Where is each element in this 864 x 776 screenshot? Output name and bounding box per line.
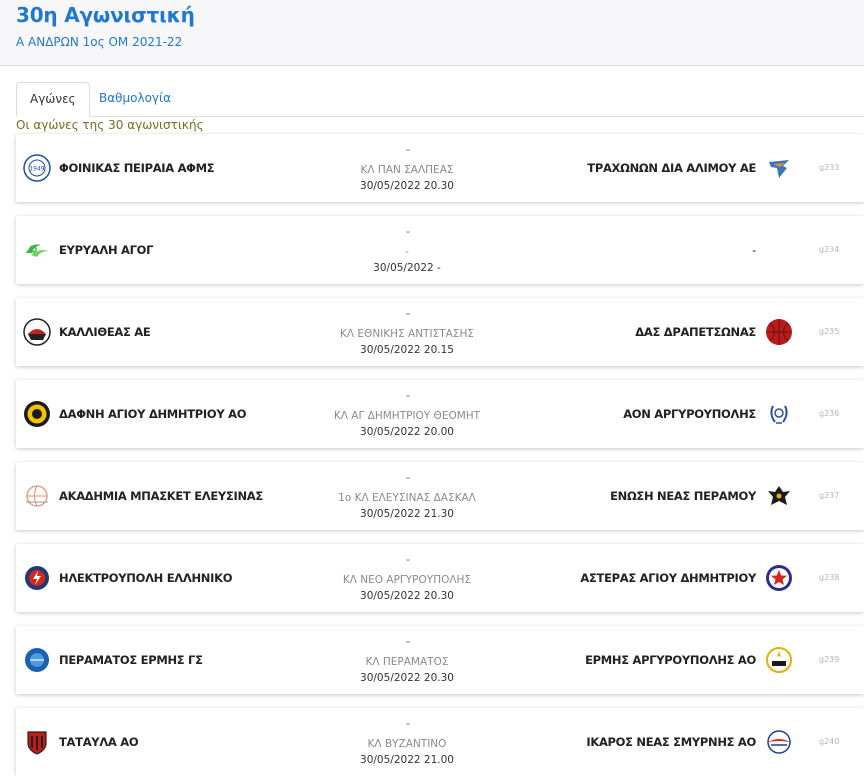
home-team-name[interactable]: ΔΑΦΝΗ ΑΓΙΟΥ ΔΗΜΗΤΡΙΟΥ ΑΟ [59,407,246,421]
hermes-crest-icon [765,646,793,674]
game-venue: 1ο ΚΛ ΕΛΕΥΣΙΝΑΣ ΔΑΣΚΑΛ [338,492,476,504]
away-team-name[interactable]: ΔΑΣ ΔΡΑΠΕΤΣΩΝΑΣ [635,325,756,339]
home-team-name[interactable]: ΑΚΑΔΗΜΙΑ ΜΠΑΣΚΕΤ ΕΛΕΥΣΙΝΑΣ [59,489,263,503]
tab-games[interactable]: Αγώνες [16,82,90,117]
phoenix-crest-icon: 1949 [23,154,51,182]
game-score: - [406,717,410,730]
game-code: g233 [819,163,840,172]
game-card[interactable]: ΤΑΤΑΥΛΑ ΑΟ - ΚΛ ΒΥΖΑΝΤΙΝΟ 30/05/2022 21.… [16,708,864,776]
game-code: g234 [819,245,840,254]
games-caption: Οι αγώνες της 30 αγωνιστικής [16,118,204,132]
game-datetime: 30/05/2022 20.00 [360,426,454,438]
game-score: - [406,553,410,566]
game-score: - [406,635,410,648]
basketball-crest-icon [23,482,51,510]
game-venue: ΚΛ ΒΥΖΑΝΤΙΝΟ [367,738,447,750]
game-code: g235 [819,327,840,336]
home-team-name[interactable]: ΚΑΛΛΙΘΕΑΣ ΑΕ [59,325,151,339]
game-card[interactable]: ΔΑΦΝΗ ΑΓΙΟΥ ΔΗΜΗΤΡΙΟΥ ΑΟ - ΚΛ ΑΓ ΔΗΜΗΤΡΙ… [16,380,864,448]
tab-bar: Αγώνες Βαθμολογία [16,82,864,117]
home-team-name[interactable]: ΕΥΡΥΑΛΗ ΑΓΟΓ [59,243,153,257]
home-team-name[interactable]: ΗΛΕΚΤΡΟΥΠΟΛΗ ΕΛΛΗΝΙΚΟ [59,571,232,585]
eagle-crest-icon [765,154,793,182]
tab-standings[interactable]: Βαθμολογία [86,82,184,116]
game-venue: ΚΛ ΝΕΟ ΑΡΓΥΡΟΥΠΟΛΗΣ [342,574,472,586]
away-team-name[interactable]: ΑΟΝ ΑΡΓΥΡΟΥΠΟΛΗΣ [623,407,756,421]
game-score: - [406,143,410,156]
red-ball-crest-icon [765,318,793,346]
home-team-name[interactable]: ΦΟΙΝΙΚΑΣ ΠΕΙΡΑΙΑ ΑΦΜΣ [59,161,215,175]
game-score: - [406,225,410,238]
game-venue: ΚΛ ΕΘΝΙΚΗΣ ΑΝΤΙΣΤΑΣΗΣ [340,328,474,340]
home-team-name[interactable]: ΠΕΡΑΜΑΤΟΣ ΕΡΜΗΣ ΓΣ [59,653,203,667]
game-venue: ΚΛ ΠΕΡΑΜΑΤΟΣ [365,656,449,668]
game-code: g240 [819,737,840,746]
game-venue: - [405,246,409,258]
game-card[interactable]: ΠΕΡΑΜΑΤΟΣ ΕΡΜΗΣ ΓΣ - ΚΛ ΠΕΡΑΜΑΤΟΣ 30/05/… [16,626,864,694]
game-datetime: 30/05/2022 21.30 [360,508,454,520]
game-score: - [406,307,410,320]
svg-text:1949: 1949 [29,166,44,173]
game-datetime: 30/05/2022 20.15 [360,344,454,356]
game-code: g238 [819,573,840,582]
game-venue: ΚΛ ΑΓ ΔΗΜΗΤΡΙΟΥ ΘΕΟΜΗΤ [333,410,481,422]
game-datetime: 30/05/2022 - [373,262,441,274]
game-code: g239 [819,655,840,664]
away-team-name[interactable]: ΑΣΤΕΡΑΣ ΑΓΙΟΥ ΔΗΜΗΤΡΙΟΥ [580,571,756,585]
game-score: - [406,389,410,402]
away-team-name[interactable]: ΙΚΑΡΟΣ ΝΕΑΣ ΣΜΥΡΝΗΣ ΑΟ [586,735,756,749]
game-card[interactable]: ΗΛΕΚΤΡΟΥΠΟΛΗ ΕΛΛΗΝΙΚΟ - ΚΛ ΝΕΟ ΑΡΓΥΡΟΥΠΟ… [16,544,864,612]
star-crest-icon [765,564,793,592]
home-team-name[interactable]: ΤΑΤΑΥΛΑ ΑΟ [59,735,139,749]
ikaros-crest-icon [765,728,793,756]
green-wave-crest-icon [23,236,51,264]
game-datetime: 30/05/2022 21.00 [360,754,454,766]
game-score: - [406,471,410,484]
game-code: g236 [819,409,840,418]
game-card[interactable]: 1949 ΦΟΙΝΙΚΑΣ ΠΕΙΡΑΙΑ ΑΦΜΣ - ΚΛ ΠΑΝ ΣΑΛΠ… [16,134,864,202]
away-team-name[interactable]: - [752,243,756,257]
laurel-crest-icon [765,400,793,428]
game-datetime: 30/05/2022 20.30 [360,590,454,602]
yellow-black-crest-icon [23,400,51,428]
lightning-crest-icon [23,564,51,592]
game-card[interactable]: ΚΑΛΛΙΘΕΑΣ ΑΕ - ΚΛ ΕΘΝΙΚΗΣ ΑΝΤΙΣΤΑΣΗΣ 30/… [16,298,864,366]
game-card[interactable]: ΑΚΑΔΗΜΙΑ ΜΠΑΣΚΕΤ ΕΛΕΥΣΙΝΑΣ - 1ο ΚΛ ΕΛΕΥΣ… [16,462,864,530]
game-venue: ΚΛ ΠΑΝ ΣΑΛΠΕΑΣ [360,164,454,176]
kallithea-crest-icon [23,318,51,346]
game-card[interactable]: ΕΥΡΥΑΛΗ ΑΓΟΓ - - 30/05/2022 - - g234 [16,216,864,284]
double-eagle-crest-icon [765,482,793,510]
away-team-name[interactable]: ΕΡΜΗΣ ΑΡΓΥΡΟΥΠΟΛΗΣ ΑΟ [585,653,756,667]
page-subtitle[interactable]: Α ΑΝΔΡΩΝ 1ος ΟΜ 2021-22 [16,35,182,49]
away-team-name[interactable]: ΕΝΩΣΗ ΝΕΑΣ ΠΕΡΑΜΟΥ [610,489,756,503]
blue-ball-crest-icon [23,646,51,674]
game-datetime: 30/05/2022 20.30 [360,672,454,684]
away-team-name[interactable]: ΤΡΑΧΩΝΩΝ ΔΙΑ ΑΛΙΜΟΥ ΑΕ [587,161,756,175]
page-title: 30η Αγωνιστική [16,3,195,27]
page-header: 30η Αγωνιστική Α ΑΝΔΡΩΝ 1ος ΟΜ 2021-22 [0,0,864,66]
game-code: g237 [819,491,840,500]
game-datetime: 30/05/2022 20.30 [360,180,454,192]
shield-crest-icon [23,728,51,756]
